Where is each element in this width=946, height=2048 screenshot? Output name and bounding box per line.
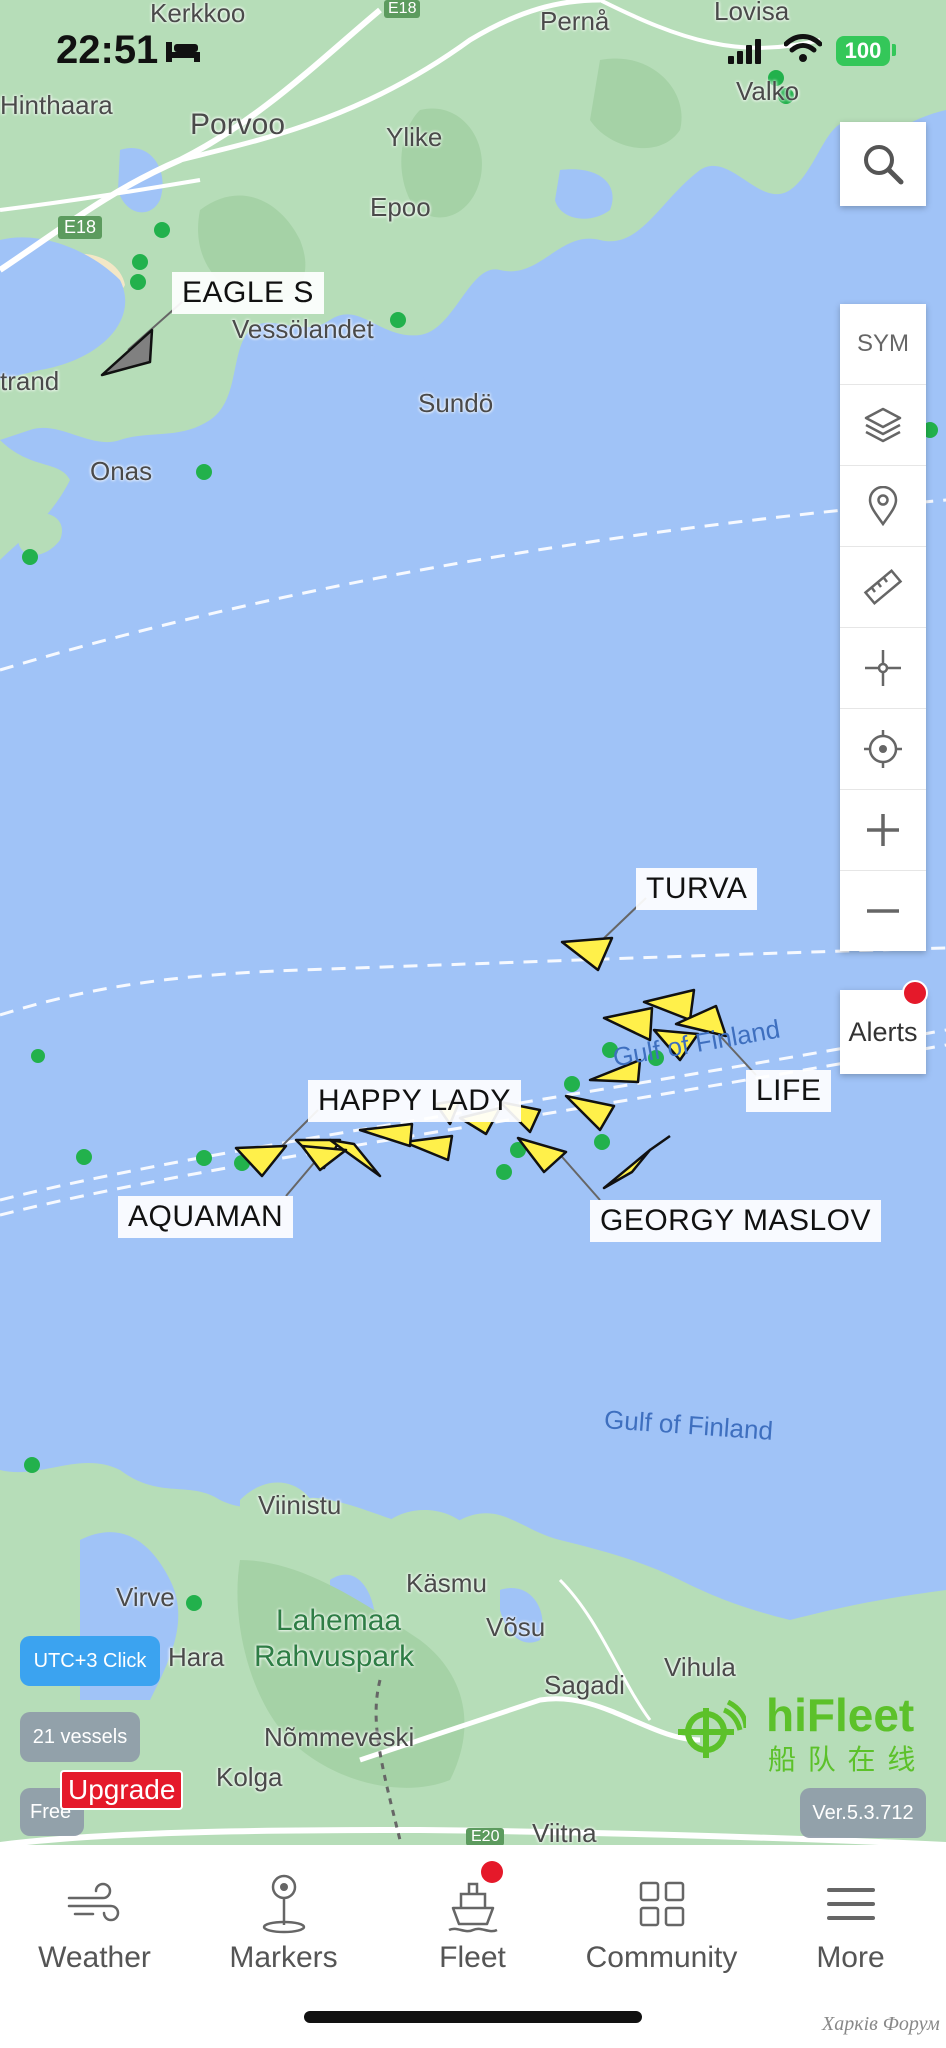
grid-icon: [639, 1881, 684, 1927]
alerts-button[interactable]: Alerts: [840, 980, 928, 1074]
tab-markers[interactable]: Markers: [189, 1845, 378, 1995]
wifi-icon: [784, 34, 822, 62]
tab-label: Fleet: [439, 1941, 506, 1974]
place-label: Epoo: [370, 192, 431, 222]
vessel-label-aquaman[interactable]: AQUAMAN: [118, 1196, 294, 1238]
place-label: Vihula: [664, 1652, 736, 1682]
place-label: Viitna: [532, 1818, 597, 1845]
hifleet-logo-icon: [678, 1700, 746, 1758]
battery-icon: 100: [836, 36, 890, 66]
tab-label: Community: [585, 1941, 738, 1974]
road-label: E20: [466, 1828, 505, 1845]
vessel-label-turva[interactable]: TURVA: [636, 868, 758, 910]
place-label: Hara: [168, 1642, 225, 1672]
locate-button[interactable]: [840, 709, 926, 790]
zoom-in-button[interactable]: [840, 790, 926, 871]
tab-label: Weather: [38, 1941, 151, 1974]
battery-cap: [892, 44, 896, 56]
vessel-label-eagle-s[interactable]: EAGLE S: [172, 272, 324, 314]
ruler-icon: [863, 568, 903, 606]
map-view[interactable]: Kerkkoo Pernå Lovisa E18 Hinthaara Porvo…: [0, 0, 946, 1845]
layers-icon: [864, 407, 902, 443]
tab-label: More: [816, 1941, 885, 1974]
place-label: Sundö: [418, 388, 494, 418]
vessel-label-georgy-maslov[interactable]: GEORGY MASLOV: [590, 1200, 882, 1242]
search-button[interactable]: [840, 122, 926, 206]
upgrade-button[interactable]: Upgrade: [60, 1770, 184, 1810]
place-label: Vessölandet: [232, 314, 374, 344]
vessel-count-badge: 21 vessels: [20, 1712, 140, 1762]
version-badge: Ver.5.3.712: [800, 1788, 926, 1838]
vessel-label-happy-lady[interactable]: HAPPY LADY: [308, 1080, 521, 1122]
brand-name-cn: 船 队 在 线: [768, 1744, 918, 1775]
watermark: Харків Форум: [822, 2013, 940, 2035]
tab-fleet[interactable]: Fleet: [378, 1845, 567, 1995]
tab-community[interactable]: Community: [567, 1845, 756, 1995]
place-label: Onas: [90, 456, 153, 486]
sym-button[interactable]: SYM: [840, 304, 926, 385]
place-label: Sagadi: [544, 1670, 625, 1700]
utc-button[interactable]: UTC+3 Click: [20, 1636, 160, 1686]
place-label: Kolga: [216, 1762, 283, 1792]
sym-label: SYM: [856, 330, 909, 357]
bed-icon: [166, 42, 200, 62]
place-label: Porvoo: [190, 108, 286, 141]
road-label: E18: [58, 216, 103, 239]
place-label: Viinistu: [258, 1490, 342, 1520]
fleet-badge: [480, 1861, 503, 1883]
layers-button[interactable]: [840, 385, 926, 466]
alerts-badge: [902, 980, 928, 1006]
place-label: Virve: [116, 1582, 175, 1612]
plus-icon: [867, 814, 899, 846]
menu-icon: [826, 1888, 875, 1920]
location-pin-icon: [868, 486, 898, 526]
battery-level: 100: [844, 38, 882, 63]
brand-logo: hiFleet 船 队 在 线: [676, 1689, 936, 1775]
target-icon: [864, 730, 902, 768]
marker-button[interactable]: [840, 466, 926, 547]
ruler-button[interactable]: [840, 547, 926, 628]
wind-icon: [67, 1882, 119, 1922]
vessel-label-life[interactable]: LIFE: [746, 1070, 832, 1112]
park-label: Lahemaa: [276, 1604, 402, 1637]
map-pin-icon: [262, 1874, 305, 1934]
tab-weather[interactable]: Weather: [0, 1845, 189, 1995]
place-label: Ylike: [386, 122, 443, 152]
place-label: trand: [0, 366, 60, 396]
status-bar: 22:51 100: [0, 0, 946, 100]
place-label: Käsmu: [406, 1568, 487, 1598]
place-label: Nõmmeveski: [264, 1722, 415, 1752]
brand-name: hiFleet: [766, 1689, 915, 1741]
center-button[interactable]: [840, 628, 926, 709]
zoom-out-button[interactable]: [840, 871, 926, 951]
search-icon: [864, 145, 904, 185]
status-time: 22:51: [56, 28, 159, 72]
place-label: Võsu: [486, 1612, 546, 1642]
crosshair-icon: [865, 650, 901, 686]
ship-icon: [447, 1882, 498, 1933]
minus-icon: [867, 909, 899, 913]
tab-label: Markers: [229, 1941, 338, 1974]
alerts-label: Alerts: [848, 1016, 918, 1047]
signal-icon: [728, 39, 761, 64]
park-label: Rahvuspark: [254, 1640, 415, 1673]
map-tools: SYM: [840, 304, 926, 951]
home-indicator[interactable]: [304, 2011, 642, 2023]
tab-more[interactable]: More: [756, 1845, 945, 1995]
